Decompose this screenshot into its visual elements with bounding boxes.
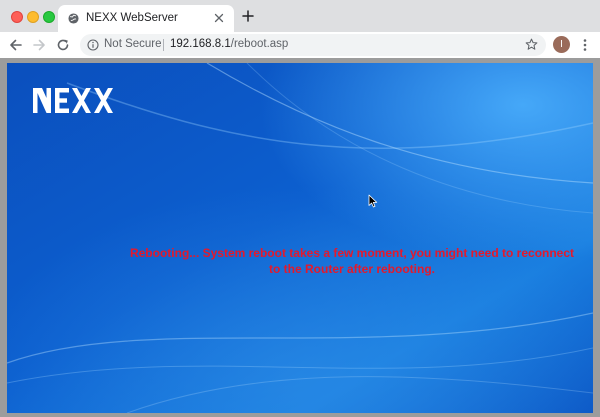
security-label[interactable]: Not Secure bbox=[104, 38, 162, 50]
page-background bbox=[7, 63, 593, 413]
close-tab-icon[interactable] bbox=[214, 13, 224, 23]
address-bar[interactable]: Not Secure 192.168.8.1/reboot.asp bbox=[80, 34, 546, 56]
forward-arrow-icon[interactable] bbox=[32, 38, 46, 52]
minimize-window-button[interactable] bbox=[27, 11, 39, 23]
back-arrow-icon[interactable] bbox=[9, 38, 23, 52]
globe-icon bbox=[68, 13, 79, 24]
tab-title: NEXX WebServer bbox=[86, 12, 178, 24]
url-path: /reboot.asp bbox=[230, 38, 289, 50]
reload-icon[interactable] bbox=[56, 38, 70, 52]
url-text[interactable]: 192.168.8.1/reboot.asp bbox=[170, 38, 288, 50]
url-host: 192.168.8.1 bbox=[170, 38, 231, 50]
address-divider bbox=[163, 39, 164, 51]
reboot-message: Rebooting... System reboot takes a few m… bbox=[129, 246, 575, 276]
close-window-button[interactable] bbox=[11, 11, 23, 23]
mouse-cursor-icon bbox=[368, 194, 378, 208]
new-tab-icon[interactable] bbox=[242, 10, 254, 22]
bookmark-star-icon[interactable] bbox=[525, 38, 538, 51]
info-icon[interactable] bbox=[87, 39, 99, 51]
browser-window: NEXX WebServer Not Secure 192.168.8.1/re… bbox=[0, 0, 600, 417]
tab-strip: NEXX WebServer bbox=[0, 0, 600, 32]
page-viewport: Rebooting... System reboot takes a few m… bbox=[7, 63, 593, 413]
browser-toolbar: Not Secure 192.168.8.1/reboot.asp I bbox=[0, 32, 600, 58]
profile-avatar[interactable]: I bbox=[553, 36, 570, 53]
nexx-logo bbox=[33, 88, 113, 113]
tab-nexx-webserver[interactable]: NEXX WebServer bbox=[58, 5, 234, 32]
zoom-window-button[interactable] bbox=[43, 11, 55, 23]
more-menu-icon[interactable] bbox=[580, 38, 590, 52]
